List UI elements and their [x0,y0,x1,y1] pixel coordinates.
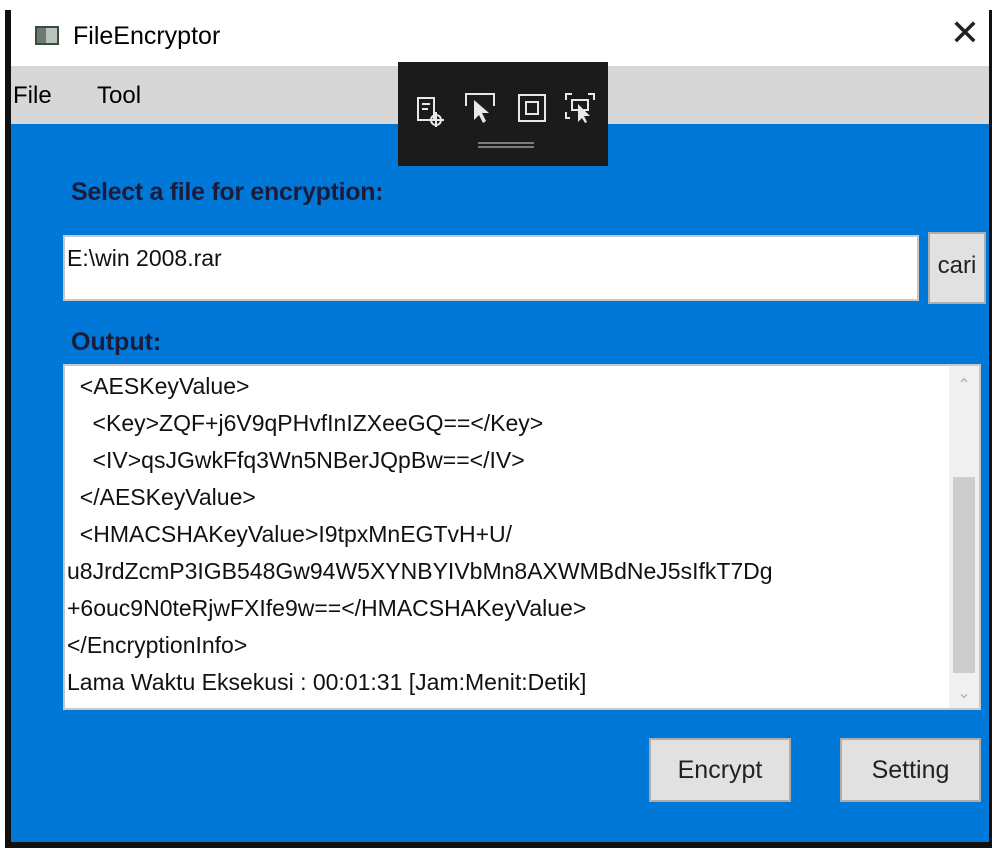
inspect-icon[interactable] [564,92,596,124]
output-label: Output: [71,328,162,356]
menu-file[interactable]: File [13,82,52,110]
file-path-input[interactable] [63,235,919,301]
output-line: </EncryptionInfo> [67,632,248,658]
browse-button[interactable]: cari [928,232,986,304]
app-icon [35,26,59,45]
output-textarea[interactable]: <AESKeyValue> <Key>ZQF+j6V9qPHvfInIZXeeG… [63,364,981,710]
output-line: <Key>ZQF+j6V9qPHvfInIZXeeGQ==</Key> [67,410,544,436]
pointer-icon[interactable] [464,92,496,124]
select-element-icon[interactable] [414,96,446,128]
frame-icon[interactable] [516,92,548,124]
close-button[interactable]: ✕ [943,14,987,56]
scroll-thumb[interactable] [953,477,975,673]
output-scrollbar[interactable]: ⌃ ⌄ [949,366,979,708]
window-title: FileEncryptor [73,22,221,50]
output-line: </AESKeyValue> [67,484,256,510]
output-line: <AESKeyValue> [67,373,250,399]
setting-button[interactable]: Setting [840,738,981,802]
output-line: +6ouc9N0teRjwFXIfe9w==</HMACSHAKeyValue> [67,595,587,621]
output-line: <HMACSHAKeyValue>I9tpxMnEGTvH+U/ [67,521,513,547]
output-text: <AESKeyValue> <Key>ZQF+j6V9qPHvfInIZXeeG… [67,368,943,701]
scroll-up-icon[interactable]: ⌃ [949,370,979,400]
select-file-label: Select a file for encryption: [71,178,384,206]
output-line: u8JrdZcmP3IGB548Gw94W5XYNBYIVbMn8AXWMBdN… [67,558,773,584]
debug-toolbar [398,62,608,166]
toolbar-drag-handle[interactable] [478,142,534,148]
output-line: Lama Waktu Eksekusi : 00:01:31 [Jam:Meni… [67,669,587,695]
menu-tool[interactable]: Tool [97,82,141,110]
title-bar[interactable]: FileEncryptor ✕ [11,10,989,66]
scroll-down-icon[interactable]: ⌄ [949,678,979,708]
output-line: <IV>qsJGwkFfq3Wn5NBerJQpBw==</IV> [67,447,525,473]
encrypt-button[interactable]: Encrypt [649,738,791,802]
